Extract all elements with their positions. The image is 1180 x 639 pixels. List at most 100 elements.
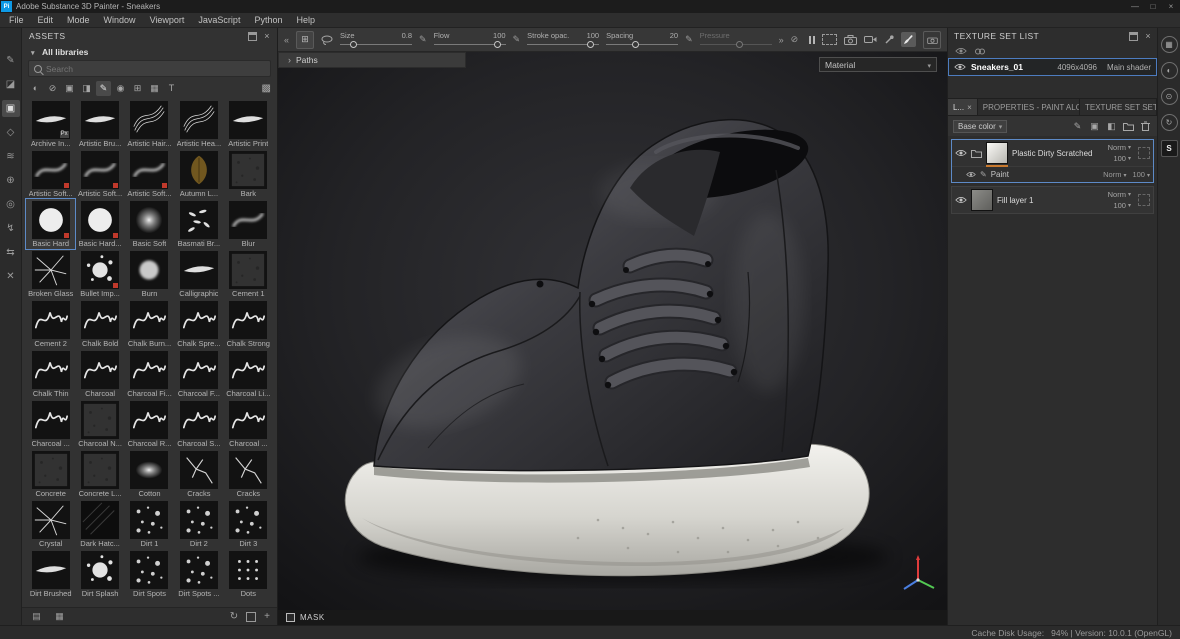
add-asset-icon[interactable]: + xyxy=(264,611,270,622)
close-panel-icon[interactable] xyxy=(1145,32,1151,41)
asset-item[interactable]: Chalk Bold xyxy=(75,299,124,349)
asset-item[interactable]: Charcoal xyxy=(75,349,124,399)
asset-item[interactable]: Cracks xyxy=(224,449,273,499)
layer-opacity[interactable]: 100 xyxy=(1113,201,1126,210)
camera-settings-icon[interactable]: ⊙ xyxy=(1161,88,1178,105)
layer-opacity[interactable]: 100 xyxy=(1113,154,1126,163)
asset-item[interactable]: Artistic Soft... xyxy=(125,149,174,199)
eye-icon[interactable] xyxy=(955,47,967,55)
asset-item[interactable]: Chalk Burn... xyxy=(125,299,174,349)
layer-row-fill[interactable]: Fill layer 1 Norm 100 xyxy=(951,186,1154,214)
asset-item[interactable]: Basic Hard... xyxy=(75,199,124,249)
pause-engine-icon[interactable] xyxy=(809,36,815,44)
stroke-opacity-slider[interactable] xyxy=(527,41,599,48)
asset-item[interactable]: Cement 2 xyxy=(26,299,75,349)
alpha-filter-icon[interactable]: ◉ xyxy=(113,81,128,96)
asset-item[interactable]: Autumn L... xyxy=(174,149,223,199)
asset-item[interactable]: Calligraphic xyxy=(174,249,223,299)
pressure-param[interactable]: Pressure xyxy=(700,32,772,48)
display-settings-icon[interactable]: ◐ xyxy=(1161,62,1178,79)
symmetry-tool[interactable]: ⇆ xyxy=(2,244,20,261)
camera-view-icon[interactable] xyxy=(923,31,941,49)
asset-item[interactable]: Dirt Spots ... xyxy=(174,549,223,599)
asset-item[interactable]: Artistic Print xyxy=(224,99,273,149)
dock-panel-icon[interactable] xyxy=(1129,32,1138,41)
refresh-icon[interactable]: ↻ xyxy=(230,611,238,622)
asset-item[interactable]: Dirt 3 xyxy=(224,499,273,549)
grid-view-icon[interactable]: ▩ xyxy=(262,83,271,94)
eye-icon[interactable] xyxy=(966,171,976,178)
texture-filter-icon[interactable]: ⊞ xyxy=(130,81,145,96)
close-tab-icon[interactable] xyxy=(967,103,972,112)
asset-item[interactable]: Blur xyxy=(224,199,273,249)
stamp-icon[interactable]: ▣ xyxy=(1088,120,1101,133)
flow-slider[interactable] xyxy=(434,41,506,48)
filter-filter-icon[interactable]: ◨ xyxy=(79,81,94,96)
asset-item[interactable]: Burn xyxy=(125,249,174,299)
asset-item[interactable]: Cracks xyxy=(174,449,223,499)
layer-row-selected[interactable]: Plastic Dirty Scratched Norm 100 ✎ Paint… xyxy=(951,139,1154,183)
asset-item[interactable]: Dark Hatc... xyxy=(75,499,124,549)
add-folder-icon[interactable] xyxy=(1122,120,1135,133)
delete-layer-icon[interactable] xyxy=(1139,120,1152,133)
spacing-slider[interactable] xyxy=(606,41,678,48)
menu-viewport[interactable]: Viewport xyxy=(143,15,192,25)
no-symmetry-icon[interactable]: ⊘ xyxy=(791,34,799,45)
new-shelf-icon[interactable]: ▤ xyxy=(29,609,44,624)
asset-item[interactable]: Bark xyxy=(224,149,273,199)
brush-filter-icon[interactable]: ✎ xyxy=(96,81,111,96)
asset-item[interactable]: Dirt 1 xyxy=(125,499,174,549)
asset-item[interactable]: Bullet Imp... xyxy=(75,249,124,299)
close-button[interactable] xyxy=(1162,0,1180,13)
search-bar[interactable] xyxy=(28,60,271,77)
tab-texture-set-settings[interactable]: TEXTURE SET SET... xyxy=(1080,99,1157,115)
flow-param[interactable]: Flow100 xyxy=(434,32,506,48)
layer-row-paint[interactable]: ✎ Paint Norm 100 xyxy=(952,166,1153,182)
asset-item[interactable]: Basic Soft xyxy=(125,199,174,249)
texture-set-row[interactable]: Sneakers_01 4096x4096 Main shader xyxy=(948,58,1157,76)
close-panel-icon[interactable] xyxy=(264,32,270,41)
asset-item[interactable]: Basmati Br... xyxy=(174,199,223,249)
collapse-left-icon[interactable]: « xyxy=(284,35,289,45)
layer-thumbnail[interactable] xyxy=(986,142,1008,164)
material-picker-tool[interactable]: ◎ xyxy=(2,196,20,213)
empty-mask-slot[interactable] xyxy=(1138,147,1150,159)
marquee-select-icon[interactable] xyxy=(822,34,837,45)
eraser-tool[interactable]: ◪ xyxy=(2,76,20,93)
dock-panel-icon[interactable] xyxy=(248,32,257,41)
menu-mode[interactable]: Mode xyxy=(60,15,97,25)
asset-item[interactable]: Artistic Hea... xyxy=(174,99,223,149)
menu-python[interactable]: Python xyxy=(247,15,289,25)
asset-item[interactable]: Dirt Spots xyxy=(125,549,174,599)
asset-item[interactable]: Charcoal Fi... xyxy=(125,349,174,399)
asset-item[interactable]: Dirt Brushed xyxy=(26,549,75,599)
viewport-3d[interactable] xyxy=(278,52,947,610)
expand-view-icon[interactable] xyxy=(246,612,256,622)
smart-mask-filter-icon[interactable]: ▣ xyxy=(62,81,77,96)
viewer-settings-icon[interactable]: ▦ xyxy=(1161,36,1178,53)
asset-item[interactable]: Dots xyxy=(224,549,273,599)
link-icon[interactable] xyxy=(974,48,986,55)
libraries-dropdown[interactable]: All libraries xyxy=(22,44,277,59)
asset-item[interactable]: Artistic Soft... xyxy=(75,149,124,199)
asset-item[interactable]: Concrete L... xyxy=(75,449,124,499)
asset-item[interactable]: Cement 1 xyxy=(224,249,273,299)
paint-brush-icon[interactable] xyxy=(901,32,916,47)
smudge-tool[interactable]: ≋ xyxy=(2,148,20,165)
clone-tool[interactable]: ⊕ xyxy=(2,172,20,189)
blend-mode[interactable]: Norm xyxy=(1103,170,1121,179)
history-icon[interactable]: ↻ xyxy=(1161,114,1178,131)
asset-item[interactable]: Charcoal N... xyxy=(75,399,124,449)
menu-javascript[interactable]: JavaScript xyxy=(191,15,247,25)
expand-right-icon[interactable]: » xyxy=(779,35,784,45)
color-picker-icon[interactable] xyxy=(884,35,894,45)
asset-item[interactable]: Px Archive In... xyxy=(26,99,75,149)
brush-grid-icon[interactable]: ⊞ xyxy=(296,31,314,49)
asset-item[interactable]: Dirt 2 xyxy=(174,499,223,549)
tab-layers[interactable]: L... xyxy=(948,99,978,115)
stroke-opacity-param[interactable]: Stroke opac.100 xyxy=(527,32,599,48)
asset-item[interactable]: Charcoal ... xyxy=(224,399,273,449)
layer-opacity[interactable]: 100 xyxy=(1132,170,1145,179)
add-effect-icon[interactable]: ✎ xyxy=(1071,120,1084,133)
snapshot-camera-icon[interactable] xyxy=(844,35,857,45)
